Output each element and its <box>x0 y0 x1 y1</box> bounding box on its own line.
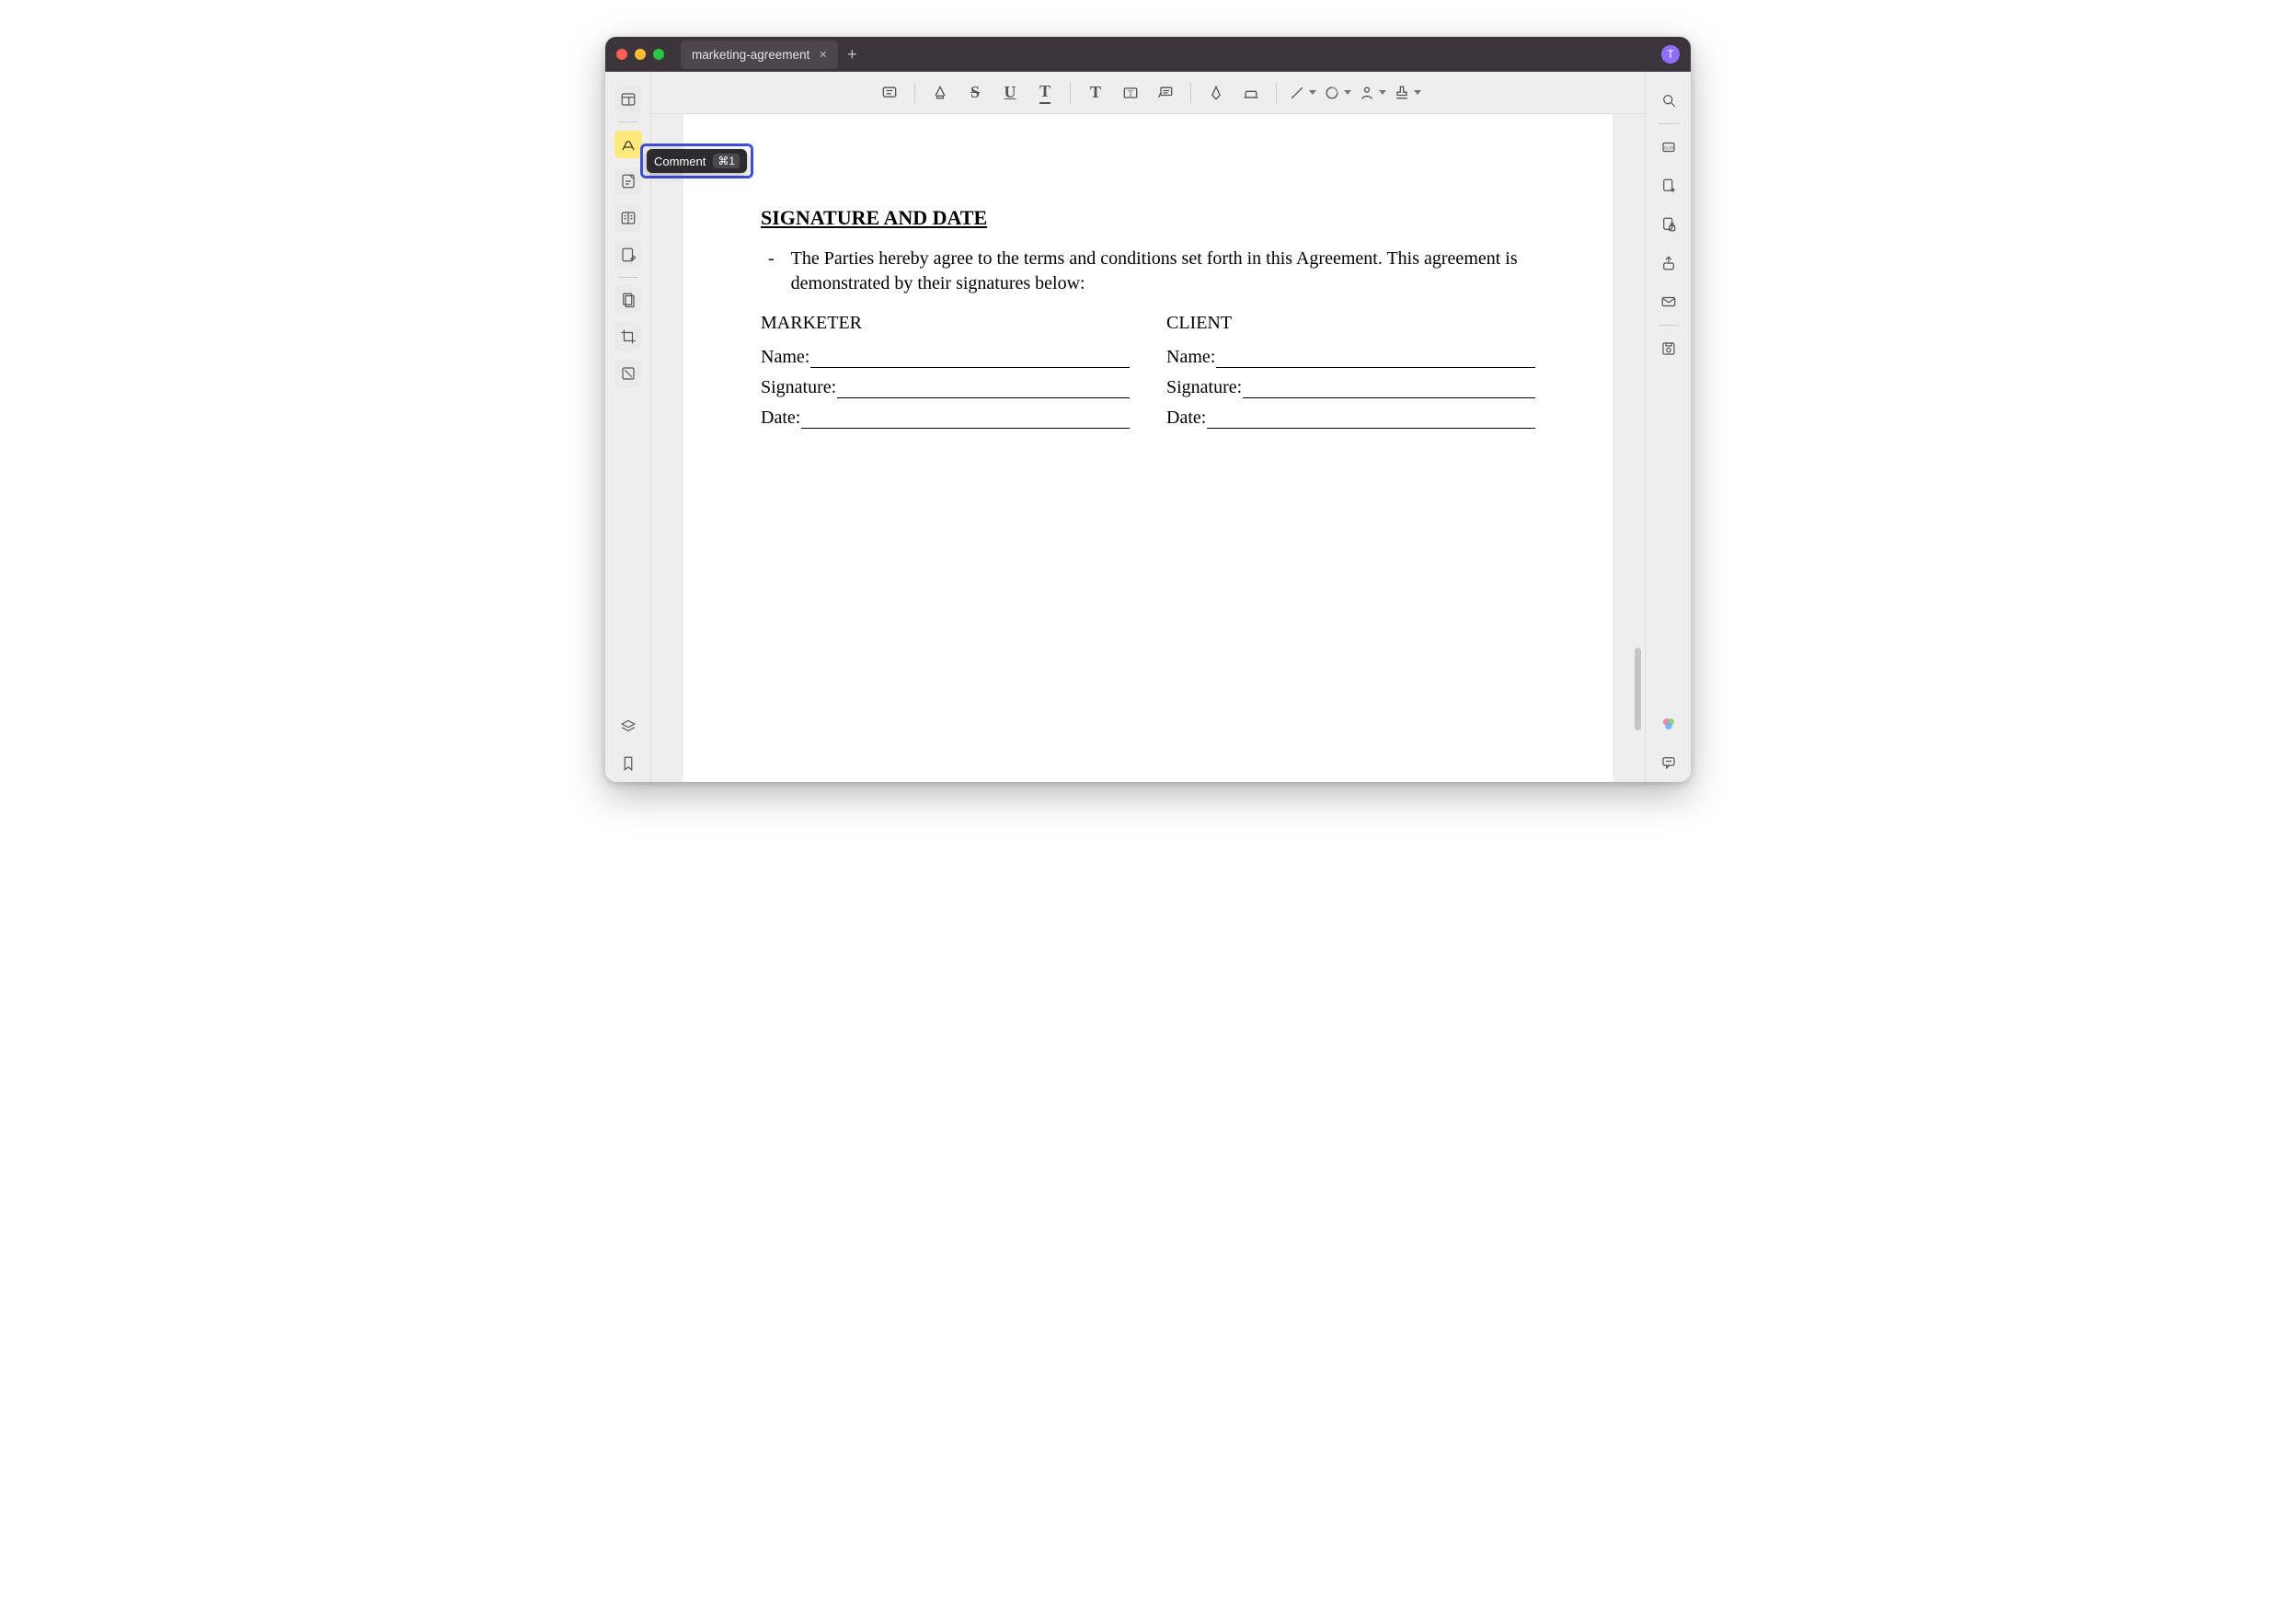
stamp-person-icon[interactable] <box>1356 79 1387 107</box>
client-column: CLIENT Name: Signature: Date: <box>1166 313 1535 438</box>
document-page: SIGNATURE AND DATE - The Parties hereby … <box>683 114 1613 782</box>
marketer-signature-label: Signature: <box>761 377 836 398</box>
callout-icon[interactable] <box>1150 79 1181 107</box>
document-tab[interactable]: marketing-agreement × <box>681 40 838 69</box>
app-logo-icon[interactable] <box>1655 710 1682 738</box>
close-window-button[interactable] <box>616 49 627 60</box>
note-icon[interactable] <box>874 79 905 107</box>
chat-icon[interactable] <box>1655 749 1682 776</box>
protect-icon[interactable] <box>1655 211 1682 238</box>
client-title: CLIENT <box>1166 313 1535 334</box>
signature-line <box>1216 347 1535 368</box>
tooltip-label: Comment <box>654 155 706 168</box>
separator <box>1070 83 1071 103</box>
tooltip: Comment ⌘1 <box>647 149 747 173</box>
share-icon[interactable] <box>1655 249 1682 277</box>
textbox-icon[interactable]: T <box>1115 79 1146 107</box>
separator <box>914 83 915 103</box>
client-signature-label: Signature: <box>1166 377 1242 398</box>
layers-icon[interactable] <box>614 713 642 741</box>
save-icon[interactable] <box>1655 335 1682 362</box>
maximize-window-button[interactable] <box>653 49 664 60</box>
signature-line <box>1243 377 1535 398</box>
close-tab-button[interactable]: × <box>819 47 827 63</box>
divider <box>618 121 638 122</box>
squiggly-icon[interactable]: T <box>1029 79 1061 107</box>
eraser-icon[interactable] <box>1235 79 1267 107</box>
separator <box>1190 83 1191 103</box>
tooltip-shortcut: ⌘1 <box>713 154 740 168</box>
stamp-tool-icon[interactable] <box>1391 79 1422 107</box>
ocr-icon[interactable]: OCR <box>1655 133 1682 161</box>
crop-icon[interactable] <box>614 323 642 350</box>
signature-line <box>1207 408 1535 429</box>
marketer-date-label: Date: <box>761 408 800 429</box>
marketer-title: MARKETER <box>761 313 1130 334</box>
svg-text:OCR: OCR <box>1663 145 1673 151</box>
signature-line <box>837 377 1130 398</box>
section-heading: SIGNATURE AND DATE <box>761 206 1535 230</box>
divider <box>1659 123 1679 124</box>
convert-icon[interactable] <box>1655 172 1682 200</box>
main-area: S U T T T SIGNATURE AND DATE <box>651 72 1645 782</box>
new-tab-button[interactable]: + <box>847 45 857 64</box>
minimize-window-button[interactable] <box>635 49 646 60</box>
window-controls <box>616 49 664 60</box>
comment-tool-icon[interactable] <box>614 131 642 158</box>
annotation-toolbar: S U T T T <box>651 72 1645 114</box>
signature-line <box>801 408 1130 429</box>
tooltip-highlight: Comment ⌘1 <box>640 144 753 178</box>
client-date-label: Date: <box>1166 408 1206 429</box>
marketer-column: MARKETER Name: Signature: Date: <box>761 313 1130 438</box>
titlebar: marketing-agreement × + T <box>605 37 1691 72</box>
bullet: - <box>761 247 775 296</box>
edit-pdf-icon[interactable] <box>614 241 642 269</box>
strikethrough-icon[interactable]: S <box>959 79 991 107</box>
shape-tool-icon[interactable] <box>1321 79 1352 107</box>
marker-icon[interactable] <box>1200 79 1232 107</box>
avatar-letter: T <box>1667 48 1673 61</box>
left-sidebar: Comment ⌘1 <box>605 72 651 782</box>
tab-title: marketing-agreement <box>692 48 809 62</box>
marketer-name-label: Name: <box>761 347 809 368</box>
view-mode-icon[interactable] <box>614 86 642 113</box>
app-window: marketing-agreement × + T <box>605 37 1691 782</box>
bookmark-icon[interactable] <box>614 750 642 777</box>
paragraph-text: The Parties hereby agree to the terms an… <box>791 247 1535 296</box>
paragraph: - The Parties hereby agree to the terms … <box>761 247 1535 296</box>
text-icon[interactable]: T <box>1080 79 1111 107</box>
redact-icon[interactable] <box>614 360 642 387</box>
svg-text:T: T <box>1128 88 1133 98</box>
search-icon[interactable] <box>1655 86 1682 114</box>
highlight-icon[interactable] <box>924 79 956 107</box>
signature-columns: MARKETER Name: Signature: Date: CLIENT N… <box>761 313 1535 438</box>
divider <box>618 277 638 278</box>
scrollbar-thumb[interactable] <box>1635 648 1641 730</box>
underline-icon[interactable]: U <box>994 79 1026 107</box>
divider <box>1659 325 1679 326</box>
fill-sign-icon[interactable] <box>614 167 642 195</box>
signature-line <box>810 347 1130 368</box>
line-tool-icon[interactable] <box>1286 79 1317 107</box>
client-name-label: Name: <box>1166 347 1215 368</box>
separator <box>1276 83 1277 103</box>
form-icon[interactable] <box>614 204 642 232</box>
avatar[interactable]: T <box>1661 45 1680 63</box>
document-viewport[interactable]: SIGNATURE AND DATE - The Parties hereby … <box>651 114 1645 782</box>
email-icon[interactable] <box>1655 288 1682 316</box>
right-sidebar: OCR <box>1645 72 1691 782</box>
page-edit-icon[interactable] <box>614 286 642 314</box>
